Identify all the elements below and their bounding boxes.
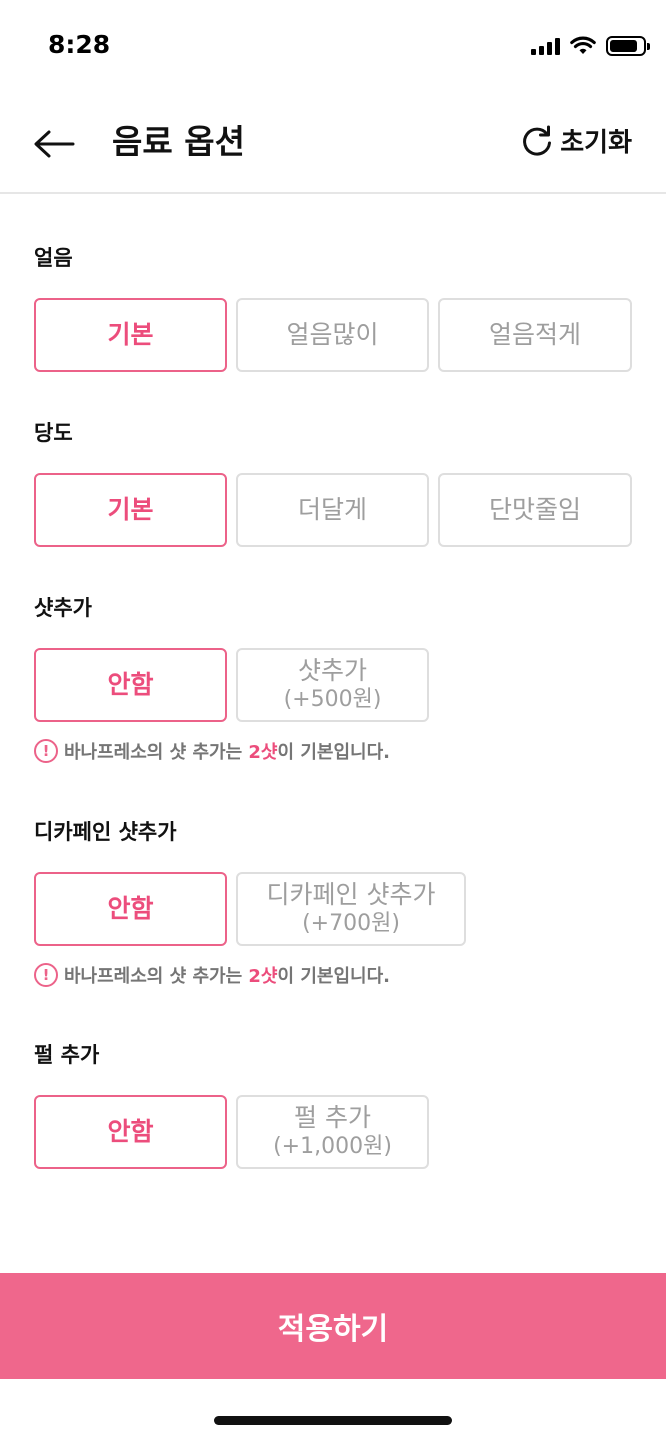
status-bar: 8:28 <box>0 0 666 96</box>
option-no-decaf-shot[interactable]: 안함 <box>34 872 227 946</box>
battery-icon <box>606 36 650 56</box>
sweetness-section: 당도 기본 더달게 단맛줄임 <box>34 419 634 547</box>
section-title-sweetness: 당도 <box>34 421 73 445</box>
notice-text: 바나프레소의 샷 추가는 2샷이 기본입니다. <box>64 962 390 988</box>
refresh-icon <box>523 125 552 156</box>
page-title: 음료 옵션 <box>112 122 245 161</box>
notice-highlight: 2샷 <box>248 742 278 763</box>
option-no-shot[interactable]: 안함 <box>34 648 227 722</box>
option-no-pearl[interactable]: 안함 <box>34 1095 227 1169</box>
section-title-decaf-shot: 디카페인 샷추가 <box>34 820 177 844</box>
option-label: 안함 <box>107 894 154 923</box>
option-label: 샷추가 <box>297 656 367 685</box>
option-label: 안함 <box>107 670 154 699</box>
option-price: (+700원) <box>302 911 400 936</box>
option-sweeter[interactable]: 더달게 <box>236 473 429 547</box>
extra-shot-notice: ! 바나프레소의 샷 추가는 2샷이 기본입니다. <box>34 738 390 764</box>
option-extra-shot[interactable]: 샷추가 (+500원) <box>236 648 429 722</box>
ice-section: 얼음 기본 얼음많이 얼음적게 <box>34 244 634 372</box>
option-label: 기본 <box>107 320 154 349</box>
home-indicator <box>214 1416 452 1425</box>
info-icon: ! <box>34 739 58 763</box>
option-label: 얼음적게 <box>488 320 581 349</box>
option-label: 기본 <box>107 495 154 524</box>
back-button[interactable] <box>30 120 78 168</box>
decaf-shot-notice: ! 바나프레소의 샷 추가는 2샷이 기본입니다. <box>34 962 390 988</box>
option-less-sweet[interactable]: 단맛줄임 <box>438 473 632 547</box>
notice-text-before: 바나프레소의 샷 추가는 <box>64 966 249 987</box>
option-sweetness-default[interactable]: 기본 <box>34 473 227 547</box>
option-ice-default[interactable]: 기본 <box>34 298 227 372</box>
status-time: 8:28 <box>48 30 111 59</box>
status-icons <box>531 36 650 56</box>
section-title-extra-shot: 샷추가 <box>34 596 92 620</box>
option-ice-more[interactable]: 얼음많이 <box>236 298 429 372</box>
option-price: (+1,000원) <box>273 1134 392 1159</box>
option-label: 더달게 <box>297 495 367 524</box>
option-label: 안함 <box>107 1117 154 1146</box>
cellular-signal-icon <box>531 37 560 55</box>
extra-shot-section: 샷추가 안함 샷추가 (+500원) ! 바나프레소의 샷 추가는 2샷이 기본… <box>34 594 634 763</box>
section-title-pearl: 펄 추가 <box>34 1043 100 1067</box>
wifi-icon <box>570 36 596 54</box>
option-label: 펄 추가 <box>294 1103 371 1132</box>
section-title-ice: 얼음 <box>34 246 73 270</box>
option-label: 단맛줄임 <box>488 495 581 524</box>
option-label: 디카페인 샷추가 <box>266 880 436 909</box>
reset-label: 초기화 <box>560 128 632 158</box>
pearl-section: 펄 추가 안함 펄 추가 (+1,000원) <box>34 1041 634 1169</box>
notice-highlight: 2샷 <box>248 966 278 987</box>
notice-text-after: 이 기본입니다. <box>277 966 390 987</box>
notice-text-after: 이 기본입니다. <box>277 742 390 763</box>
option-label: 얼음많이 <box>286 320 379 349</box>
option-ice-less[interactable]: 얼음적게 <box>438 298 632 372</box>
decaf-shot-section: 디카페인 샷추가 안함 디카페인 샷추가 (+700원) ! 바나프레소의 샷 … <box>34 818 634 987</box>
option-decaf-shot[interactable]: 디카페인 샷추가 (+700원) <box>236 872 466 946</box>
apply-button[interactable]: 적용하기 <box>0 1273 666 1379</box>
back-arrow-icon <box>34 130 75 158</box>
reset-button[interactable]: 초기화 <box>520 122 632 159</box>
info-icon: ! <box>34 963 58 987</box>
option-price: (+500원) <box>283 687 382 712</box>
notice-text-before: 바나프레소의 샷 추가는 <box>64 742 249 763</box>
nav-bar: 음료 옵션 초기화 <box>0 96 666 194</box>
notice-text: 바나프레소의 샷 추가는 2샷이 기본입니다. <box>64 738 390 764</box>
option-add-pearl[interactable]: 펄 추가 (+1,000원) <box>236 1095 429 1169</box>
